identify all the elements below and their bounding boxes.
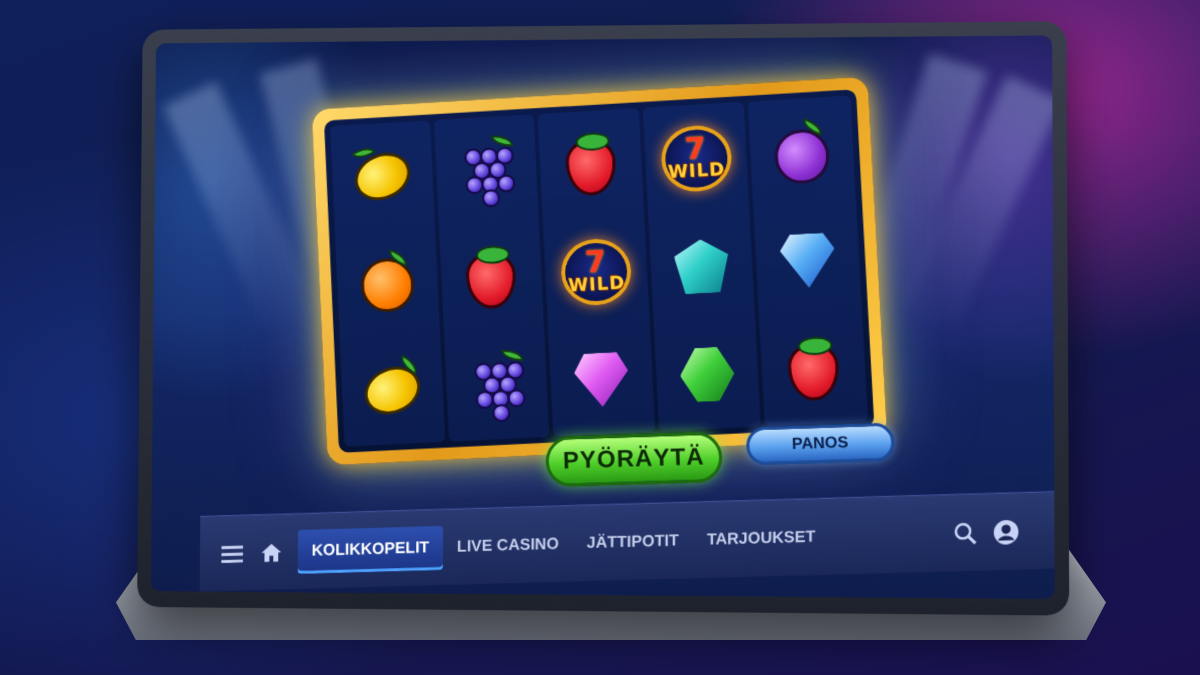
tab-slots[interactable]: KOLIKKOPELIT	[298, 525, 443, 573]
wild-seven: 7	[684, 136, 706, 163]
bottom-nav-bar: KOLIKKOPELIT LIVE CASINO JÄTTIPOTIT TARJ…	[200, 491, 1055, 591]
lemon-symbol	[352, 350, 432, 431]
laptop-lid: 7 WILD 7 WILD PYÖRÄYTÄ PANOS KOLIKKOPELI…	[137, 21, 1069, 615]
wild-symbol: 7 WILD	[555, 231, 637, 313]
game-screen: 7 WILD 7 WILD PYÖRÄYTÄ PANOS KOLIKKOPELI…	[151, 35, 1055, 599]
reel-5	[748, 96, 868, 426]
tab-live-casino[interactable]: LIVE CASINO	[443, 522, 573, 570]
wild-label: WILD	[668, 161, 726, 182]
blue-gem-symbol	[766, 219, 849, 301]
spin-button[interactable]: PYÖRÄYTÄ	[545, 432, 723, 488]
orange-symbol	[347, 243, 427, 324]
pink-gem-symbol	[561, 339, 643, 421]
lemon-symbol	[342, 136, 422, 217]
tab-jackpots[interactable]: JÄTTIPOTIT	[573, 518, 693, 566]
menu-icon[interactable]	[219, 540, 245, 567]
bet-button[interactable]: PANOS	[746, 423, 895, 466]
green-gem-symbol	[666, 333, 748, 415]
tab-offers[interactable]: TARJOUKSET	[693, 514, 830, 562]
search-icon[interactable]	[952, 519, 979, 546]
wild-label: WILD	[568, 275, 626, 296]
strawberry-symbol	[772, 328, 855, 411]
home-icon[interactable]	[259, 539, 285, 566]
reel-2	[434, 114, 550, 441]
slot-reels: 7 WILD 7 WILD	[324, 89, 874, 453]
strawberry-symbol	[451, 237, 532, 319]
reel-4: 7 WILD	[643, 102, 762, 431]
grapes-symbol	[446, 130, 527, 212]
nav-spacer	[830, 533, 952, 536]
reel-1	[330, 120, 445, 446]
user-icon[interactable]	[993, 518, 1020, 545]
reel-3: 7 WILD	[538, 108, 655, 436]
slot-machine-frame: 7 WILD 7 WILD	[312, 77, 887, 466]
grapes-symbol	[456, 344, 537, 426]
wild-symbol: 7 WILD	[655, 118, 737, 200]
wild-seven: 7	[585, 250, 607, 277]
strawberry-symbol	[550, 124, 631, 206]
plum-symbol	[761, 111, 844, 193]
teal-gem-symbol	[661, 225, 743, 307]
